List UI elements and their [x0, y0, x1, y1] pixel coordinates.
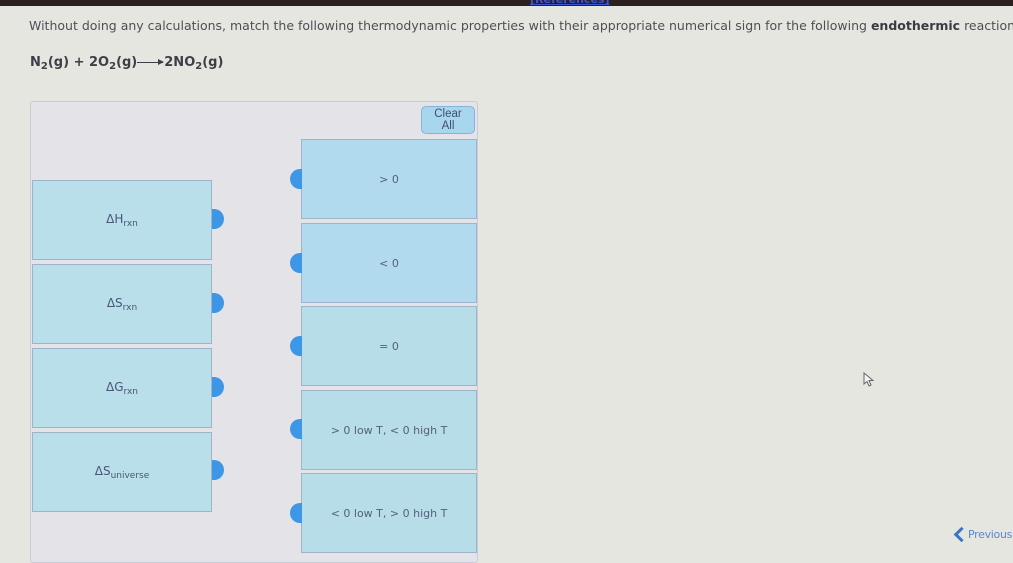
sign-card-equals-zero[interactable]: = 0 — [301, 306, 477, 386]
sign-label: > 0 low T, < 0 high T — [330, 423, 448, 437]
sign-card-positive-low-t-negative-high-t[interactable]: > 0 low T, < 0 high T — [301, 390, 477, 470]
eq-reactant1: N — [30, 55, 41, 70]
eq-product: 2NO — [164, 55, 196, 70]
property-label: ΔHrxn — [106, 212, 138, 229]
instruction-suffix: reaction. — [964, 18, 1013, 33]
property-symbol: ΔG — [105, 379, 124, 394]
sign-card-less-than-zero[interactable]: < 0 — [301, 223, 477, 303]
property-subscript: rxn — [123, 218, 138, 229]
references-link[interactable]: [References] — [530, 0, 609, 6]
previous-button[interactable]: Previous — [953, 526, 1013, 543]
reaction-arrow-icon — [137, 59, 165, 65]
property-card-delta-g-rxn[interactable]: ΔGrxn — [32, 348, 212, 428]
sign-label: > 0 — [379, 172, 399, 186]
sign-label: < 0 low T, > 0 high T — [330, 506, 448, 520]
property-subscript: rxn — [122, 302, 138, 313]
eq-text: (g) + 2O — [47, 55, 110, 70]
previous-label: Previous — [968, 528, 1013, 541]
sign-label: = 0 — [379, 339, 399, 353]
property-symbol: ΔH — [106, 211, 124, 226]
sign-label: < 0 — [379, 256, 399, 270]
instruction-text: Without doing any calculations, match th… — [29, 18, 871, 33]
chevron-left-icon — [953, 526, 970, 543]
property-subscript: rxn — [123, 386, 139, 397]
sign-card-greater-than-zero[interactable]: > 0 — [301, 139, 477, 219]
property-label: ΔSuniverse — [95, 464, 150, 481]
property-card-delta-s-rxn[interactable]: ΔSrxn — [32, 264, 212, 344]
mouse-cursor-icon — [863, 372, 875, 387]
property-label: ΔSrxn — [107, 296, 137, 313]
sign-card-negative-low-t-positive-high-t[interactable]: < 0 low T, > 0 high T — [301, 473, 477, 553]
eq-sub: 2 — [40, 61, 48, 72]
property-label: ΔGrxn — [106, 380, 138, 397]
property-symbol: ΔS — [94, 463, 111, 478]
instruction-bold: endothermic — [870, 18, 961, 33]
property-card-delta-h-rxn[interactable]: ΔHrxn — [32, 180, 212, 260]
property-card-delta-s-universe[interactable]: ΔSuniverse — [32, 432, 212, 512]
top-bar: [References] — [0, 0, 1013, 6]
question-instructions: Without doing any calculations, match th… — [29, 18, 1013, 33]
property-symbol: ΔS — [106, 295, 123, 310]
chemical-equation: N2(g) + 2O2(g) 2NO2(g) — [30, 55, 223, 72]
eq-text: (g) — [202, 55, 224, 70]
clear-all-button[interactable]: Clear All — [421, 106, 475, 134]
property-subscript: universe — [110, 470, 150, 481]
eq-text: (g) — [116, 55, 138, 70]
